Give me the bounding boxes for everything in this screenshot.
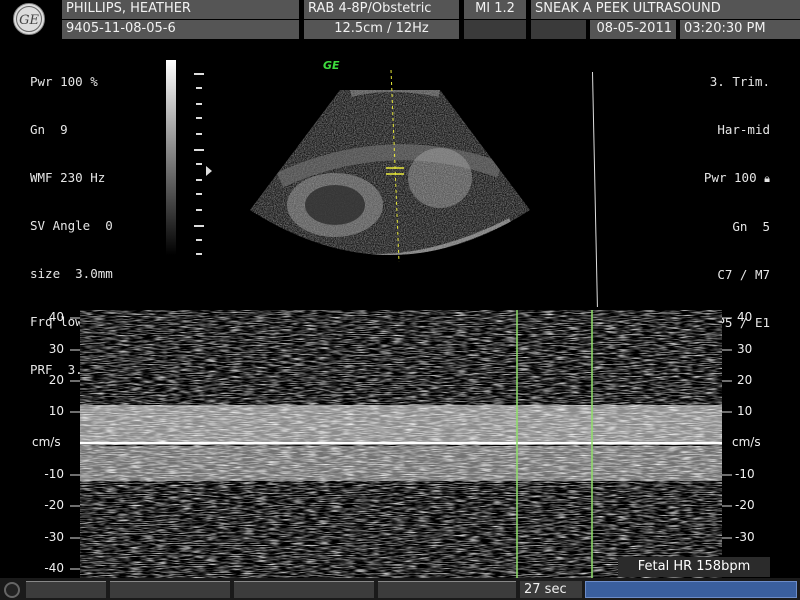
param-power: Pwr 100 %	[30, 74, 98, 89]
y-tick-right-neg30: -30	[735, 530, 755, 544]
y-tick-left-10: 10	[48, 404, 64, 418]
svg-text:GE: GE	[19, 13, 39, 28]
header-blank-cell	[464, 20, 526, 39]
exam-date: 08-05-2011	[590, 20, 676, 39]
ge-logo: GE	[2, 2, 56, 36]
y-tick-right-40: 40	[737, 310, 753, 324]
right-parameters: 3. Trim. Har-mid Pwr 100 🔒︎ Gn 5 C7 / M7…	[704, 42, 770, 347]
header-blank-cell-2	[531, 20, 586, 39]
y-tick-right-10: 10	[737, 404, 753, 418]
cine-progress-bar[interactable]	[585, 581, 797, 598]
lock-icon: 🔒︎	[764, 172, 770, 185]
probe-preset: RAB 4-8P/Obstetric	[304, 0, 459, 19]
grayscale-bar	[166, 60, 176, 255]
depth-frequency: 12.5cm / 12Hz	[304, 20, 459, 39]
exam-time: 03:20:30 PM	[680, 20, 800, 39]
y-tick-right-30: 30	[737, 342, 753, 356]
mechanical-index: MI 1.2	[464, 0, 526, 19]
footer-control-3[interactable]	[234, 581, 374, 598]
patient-id: 9405-11-08-05-6	[62, 20, 299, 39]
footer-control-1[interactable]	[26, 581, 106, 598]
facility-name: SNEAK A PEEK ULTRASOUND	[531, 0, 800, 19]
y-tick-left-neg20: -20	[44, 498, 64, 512]
reference-line	[592, 71, 598, 307]
focus-marker-icon	[206, 166, 212, 176]
spectral-doppler	[80, 310, 722, 578]
ge-image-label: GE	[323, 59, 340, 72]
y-tick-right-neg20: -20	[735, 498, 755, 512]
y-tick-left-20: 20	[48, 373, 64, 387]
param-gain: Gn 9	[30, 122, 68, 137]
y-tick-right-20: 20	[737, 373, 753, 387]
patient-name: PHILLIPS, HEATHER	[62, 0, 299, 19]
y-tick-left-neg40: -40	[44, 561, 64, 575]
footer-control-4[interactable]	[378, 581, 516, 598]
left-tick-marks	[70, 317, 80, 570]
status-indicator-icon	[4, 582, 20, 598]
bmode-image: GE	[250, 59, 530, 263]
unit-left: cm/s	[32, 435, 61, 449]
y-tick-left-40: 40	[48, 310, 64, 324]
y-tick-right-neg10: -10	[735, 467, 755, 481]
fetal-heart-rate: Fetal HR 158bpm	[618, 557, 770, 577]
param-gain-right: Gn 5	[732, 219, 770, 234]
param-wall-filter: WMF 230 Hz	[30, 170, 106, 185]
y-tick-left-neg10: -10	[44, 467, 64, 481]
sweep-time: 27 sec	[520, 581, 582, 598]
param-harmonic: Har-mid	[717, 122, 770, 137]
param-compression: C7 / M7	[717, 267, 770, 282]
param-sv-angle: SV Angle 0	[30, 218, 113, 233]
y-tick-left-30: 30	[48, 342, 64, 356]
footer-control-2[interactable]	[110, 581, 230, 598]
y-tick-left-neg30: -30	[44, 530, 64, 544]
depth-scale	[194, 73, 212, 255]
param-power-right: Pwr 100 🔒︎	[703, 170, 770, 185]
param-trimester: 3. Trim.	[709, 74, 770, 89]
header-bar: GE PHILLIPS, HEATHER 9405-11-08-05-6 RAB…	[0, 0, 800, 40]
param-sample-size: size 3.0mm	[30, 266, 113, 281]
unit-right: cm/s	[732, 435, 761, 449]
